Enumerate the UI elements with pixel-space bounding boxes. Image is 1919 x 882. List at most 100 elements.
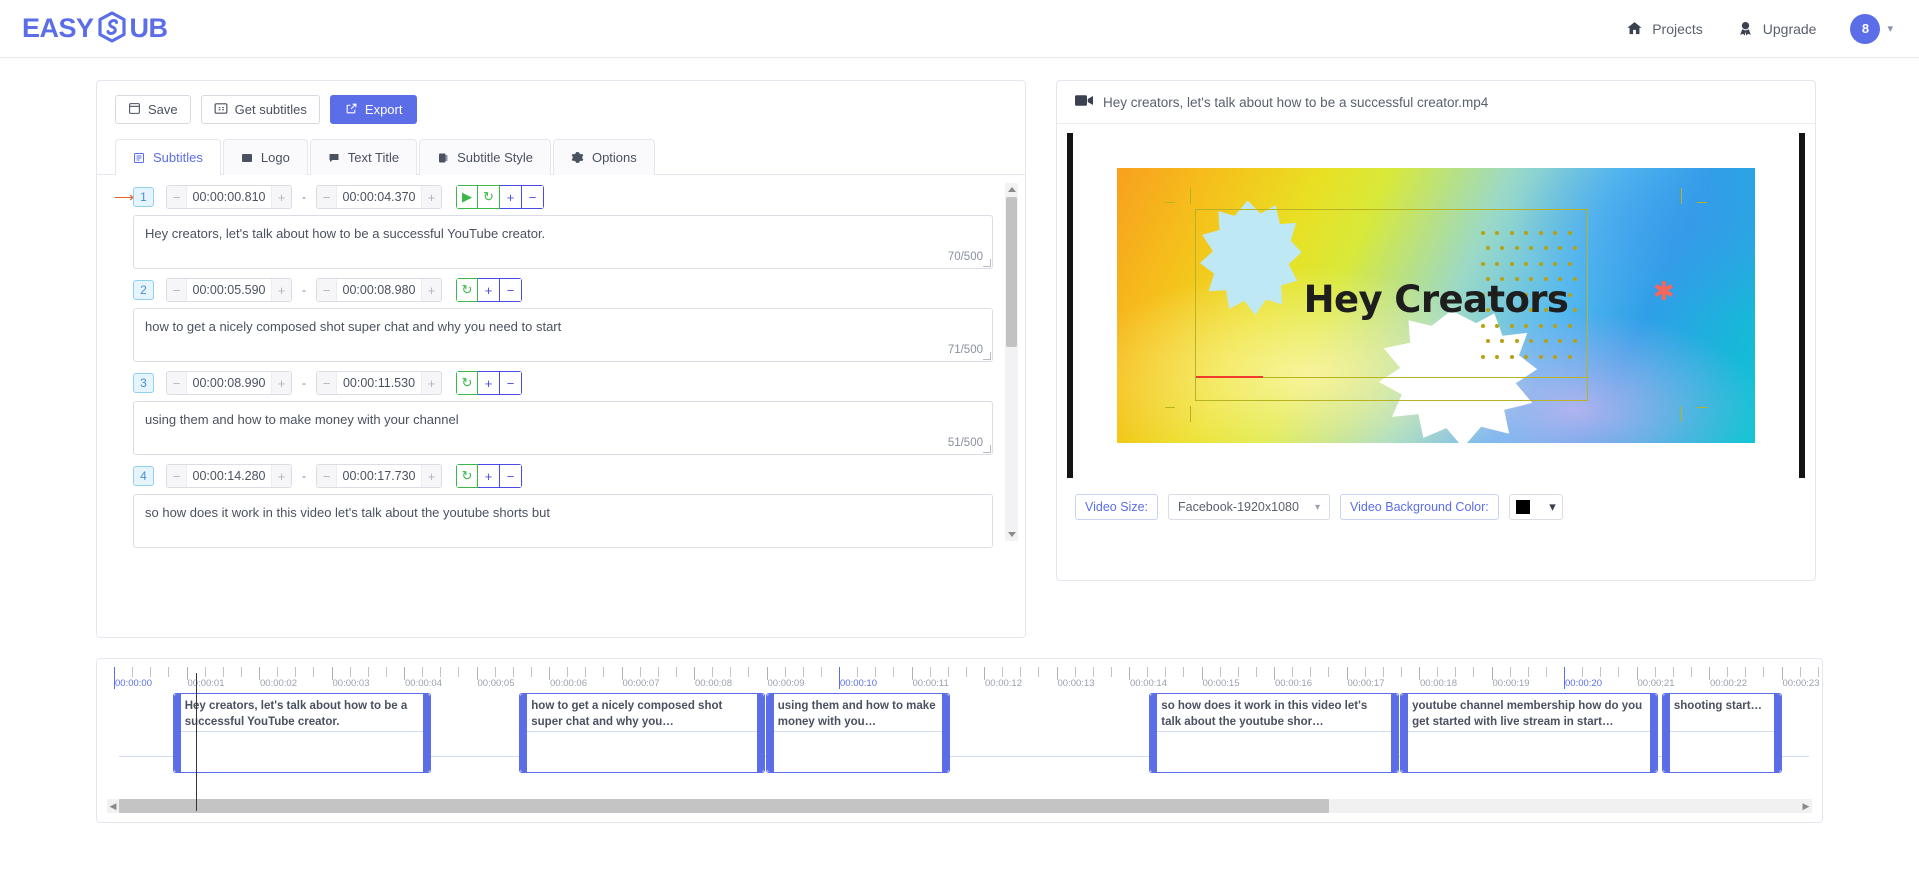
delete-row-button[interactable]: − bbox=[500, 278, 522, 302]
subtitle-text-input[interactable]: so how does it work in this video let's … bbox=[133, 494, 993, 548]
end-time-value[interactable]: 00:00:04.370 bbox=[337, 186, 421, 208]
end-increment-button[interactable]: + bbox=[421, 465, 441, 487]
start-increment-button[interactable]: + bbox=[271, 279, 291, 301]
tab-subtitles[interactable]: Subtitles bbox=[115, 139, 221, 175]
retranslate-button[interactable]: ↻ bbox=[478, 185, 500, 209]
clip-handle-right[interactable] bbox=[423, 694, 430, 772]
resize-handle[interactable] bbox=[983, 445, 991, 453]
start-decrement-button[interactable]: − bbox=[167, 465, 187, 487]
end-time-stepper[interactable]: − 00:00:04.370 + bbox=[316, 185, 442, 209]
subtitle-index[interactable]: 3 bbox=[133, 373, 154, 393]
timeline-clips-track[interactable]: Hey creators, let's talk about how to be… bbox=[113, 693, 1819, 785]
clip-handle-left[interactable] bbox=[1150, 694, 1157, 772]
clip-handle-right[interactable] bbox=[757, 694, 764, 772]
get-subtitles-button[interactable]: Get subtitles bbox=[201, 95, 320, 124]
play-segment-button[interactable]: ▶ bbox=[456, 185, 478, 209]
timeline-clip[interactable]: how to get a nicely composed shot super … bbox=[519, 693, 765, 773]
scrollbar-track[interactable] bbox=[119, 799, 1800, 813]
add-row-button[interactable]: + bbox=[478, 278, 500, 302]
add-row-button[interactable]: + bbox=[478, 464, 500, 488]
end-increment-button[interactable]: + bbox=[421, 186, 441, 208]
clip-handle-left[interactable] bbox=[1401, 694, 1408, 772]
tab-logo[interactable]: Logo bbox=[223, 139, 308, 175]
export-button[interactable]: Export bbox=[330, 95, 418, 124]
resize-handle[interactable] bbox=[983, 352, 991, 360]
start-time-value[interactable]: 00:00:00.810 bbox=[187, 186, 271, 208]
end-time-value[interactable]: 00:00:11.530 bbox=[337, 372, 421, 394]
timeline-playhead[interactable] bbox=[196, 673, 197, 811]
timeline-clip[interactable]: Hey creators, let's talk about how to be… bbox=[173, 693, 431, 773]
easysub-logo[interactable]: EASY UB bbox=[22, 11, 168, 46]
timeline-clip[interactable]: using them and how to make money with yo… bbox=[766, 693, 950, 773]
retranslate-button[interactable]: ↻ bbox=[456, 371, 478, 395]
scroll-left-arrow-icon[interactable]: ◀ bbox=[107, 801, 119, 812]
delete-row-button[interactable]: − bbox=[500, 371, 522, 395]
scroll-right-arrow-icon[interactable]: ▶ bbox=[1800, 801, 1812, 812]
subtitle-text-input[interactable]: using them and how to make money with yo… bbox=[133, 401, 993, 455]
start-increment-button[interactable]: + bbox=[271, 186, 291, 208]
scrollbar-thumb[interactable] bbox=[119, 799, 1329, 813]
resize-handle[interactable] bbox=[983, 259, 991, 267]
end-time-value[interactable]: 00:00:08.980 bbox=[337, 279, 421, 301]
clip-handle-left[interactable] bbox=[767, 694, 774, 772]
subtitle-index[interactable]: 2 bbox=[133, 280, 154, 300]
subtitle-index[interactable]: 1 bbox=[133, 187, 154, 207]
end-decrement-button[interactable]: − bbox=[317, 372, 337, 394]
start-decrement-button[interactable]: − bbox=[167, 372, 187, 394]
start-increment-button[interactable]: + bbox=[271, 465, 291, 487]
subtitle-text-input[interactable]: how to get a nicely composed shot super … bbox=[133, 308, 993, 362]
save-button[interactable]: Save bbox=[115, 95, 191, 124]
start-increment-button[interactable]: + bbox=[271, 372, 291, 394]
retranslate-button[interactable]: ↻ bbox=[456, 464, 478, 488]
clip-handle-left[interactable] bbox=[520, 694, 527, 772]
tab-text-title[interactable]: Text Title bbox=[310, 139, 417, 175]
end-time-value[interactable]: 00:00:17.730 bbox=[337, 465, 421, 487]
start-time-value[interactable]: 00:00:14.280 bbox=[187, 465, 271, 487]
delete-row-button[interactable]: − bbox=[500, 464, 522, 488]
scrollbar-thumb[interactable] bbox=[1006, 197, 1017, 347]
scroll-down-arrow-icon[interactable] bbox=[1008, 532, 1016, 537]
video-stage[interactable]: ✱ Hey Creators Hey creators, let's talk … bbox=[1057, 130, 1815, 480]
add-row-button[interactable]: + bbox=[500, 185, 522, 209]
end-decrement-button[interactable]: − bbox=[317, 186, 337, 208]
end-decrement-button[interactable]: − bbox=[317, 465, 337, 487]
end-time-stepper[interactable]: − 00:00:08.980 + bbox=[316, 278, 442, 302]
tab-subtitle-style[interactable]: Subtitle Style bbox=[419, 139, 551, 175]
video-size-select[interactable]: Facebook-1920x1080 ▾ bbox=[1168, 494, 1330, 520]
clip-handle-right[interactable] bbox=[942, 694, 949, 772]
subtitle-index[interactable]: 4 bbox=[133, 466, 154, 486]
start-time-stepper[interactable]: − 00:00:05.590 + bbox=[166, 278, 292, 302]
end-time-stepper[interactable]: − 00:00:17.730 + bbox=[316, 464, 442, 488]
end-time-stepper[interactable]: − 00:00:11.530 + bbox=[316, 371, 442, 395]
nav-upgrade[interactable]: Upgrade bbox=[1737, 20, 1817, 37]
retranslate-button[interactable]: ↻ bbox=[456, 278, 478, 302]
subtitle-text-input[interactable]: Hey creators, let's talk about how to be… bbox=[133, 215, 993, 269]
end-increment-button[interactable]: + bbox=[421, 279, 441, 301]
end-increment-button[interactable]: + bbox=[421, 372, 441, 394]
subtitle-list-scrollbar[interactable] bbox=[1005, 183, 1018, 541]
clip-handle-right[interactable] bbox=[1774, 694, 1781, 772]
delete-row-button[interactable]: − bbox=[522, 185, 544, 209]
timeline-horizontal-scrollbar[interactable]: ◀ ▶ bbox=[107, 799, 1812, 813]
start-time-stepper[interactable]: − 00:00:08.990 + bbox=[166, 371, 292, 395]
user-account-menu[interactable]: 8 ▾ bbox=[1850, 14, 1893, 44]
start-time-value[interactable]: 00:00:05.590 bbox=[187, 279, 271, 301]
timeline-clip[interactable]: so how does it work in this video let's … bbox=[1149, 693, 1399, 773]
nav-projects[interactable]: Projects bbox=[1626, 20, 1703, 37]
timeline-ruler[interactable]: 00:00:0000:00:0100:00:0200:00:0300:00:04… bbox=[113, 667, 1819, 693]
timeline-clip[interactable]: youtube channel membership how do you ge… bbox=[1400, 693, 1658, 773]
start-decrement-button[interactable]: − bbox=[167, 186, 187, 208]
video-background-color-select[interactable]: ▾ bbox=[1509, 494, 1563, 520]
clip-handle-left[interactable] bbox=[174, 694, 181, 772]
start-time-stepper[interactable]: − 00:00:00.810 + bbox=[166, 185, 292, 209]
add-row-button[interactable]: + bbox=[478, 371, 500, 395]
clip-handle-left[interactable] bbox=[1663, 694, 1670, 772]
clip-handle-right[interactable] bbox=[1650, 694, 1657, 772]
scroll-up-arrow-icon[interactable] bbox=[1008, 187, 1016, 192]
clip-handle-right[interactable] bbox=[1391, 694, 1398, 772]
start-time-stepper[interactable]: − 00:00:14.280 + bbox=[166, 464, 292, 488]
timeline-clip[interactable]: shooting start… bbox=[1662, 693, 1782, 773]
timeline-panel[interactable]: 00:00:0000:00:0100:00:0200:00:0300:00:04… bbox=[96, 658, 1823, 823]
tab-options[interactable]: Options bbox=[553, 139, 655, 175]
start-time-value[interactable]: 00:00:08.990 bbox=[187, 372, 271, 394]
